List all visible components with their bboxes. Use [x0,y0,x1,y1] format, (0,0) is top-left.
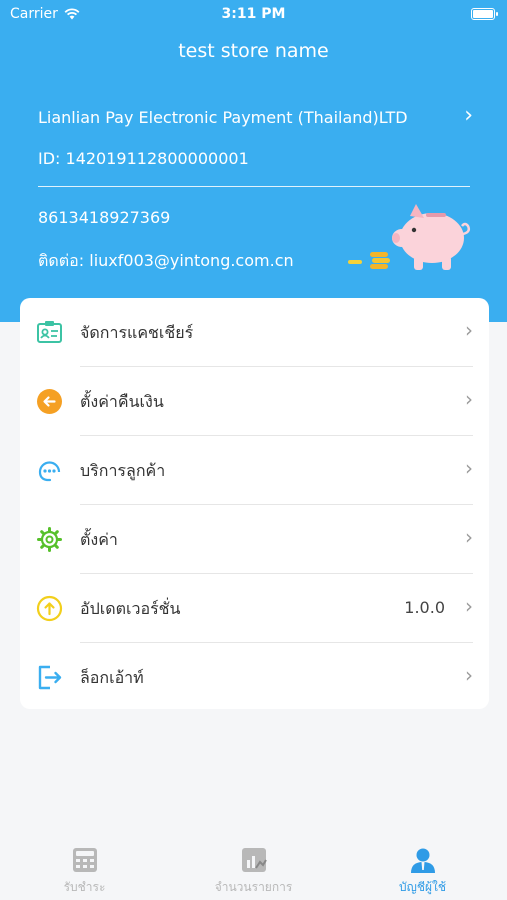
tab-payment[interactable]: รับชำระ [0,838,169,900]
menu-item-label: ล็อกเอ้าท์ [80,668,144,687]
tab-label: รับชำระ [63,880,106,894]
status-time: 3:11 PM [221,6,286,22]
menu-item-logout[interactable]: ล็อกเอ้าท์ › [20,643,489,712]
menu-item-label: อัปเดตเวอร์ชั่น [80,599,181,618]
customer-service-icon [38,461,61,482]
merchant-id: ID: 142019112800000001 [38,149,249,168]
menu-item-label: บริการลูกค้า [80,461,166,480]
chevron-right-icon: › [465,387,473,411]
chevron-right-icon: › [465,456,473,480]
menu-item-refund-settings[interactable]: ตั้งค่าคืนเงิน › [20,367,489,436]
user-account-icon [410,848,435,873]
chevron-right-icon: › [465,594,473,618]
calculator-icon [72,848,97,872]
menu-item-customer-service[interactable]: บริการลูกค้า › [20,436,489,505]
chevron-right-icon: › [465,663,473,687]
cashier-id-card-icon [37,321,62,343]
refund-arrow-icon [37,389,62,414]
menu-item-cashier-management[interactable]: จัดการแคชเชียร์ › [20,298,489,367]
tab-transactions[interactable]: จำนวนรายการ [169,838,338,900]
gear-icon [37,527,62,552]
header-divider [38,186,470,187]
phone-number: 8613418927369 [38,208,171,227]
tab-label: จำนวนรายการ [214,880,293,894]
chevron-right-icon[interactable]: › [464,103,473,128]
menu-item-label: ตั้งค่า [80,530,118,549]
logout-icon [38,665,62,690]
menu-item-label: ตั้งค่าคืนเงิน [80,392,164,411]
store-name: test store name [178,40,329,62]
menu-item-version-update[interactable]: อัปเดตเวอร์ชั่น 1.0.0 › [20,574,489,643]
menu-item-settings[interactable]: ตั้งค่า › [20,505,489,574]
battery-icon [471,8,498,20]
tab-label: บัญชีผู้ใช้ [398,880,447,894]
status-bar: Carrier 3:11 PM [0,0,507,28]
version-number: 1.0.0 [404,598,445,617]
contact-email: ติดต่อ: liuxf003@yintong.com.cn [38,251,294,270]
account-header: Carrier 3:11 PM test store name Lianlian… [0,0,507,322]
company-name[interactable]: Lianlian Pay Electronic Payment (Thailan… [38,108,408,127]
menu-item-label: จัดการแคชเชียร์ [80,323,194,342]
menu-card: จัดการแคชเชียร์ › ตั้งค่าคืนเงิน › บริกา… [20,298,489,709]
chevron-right-icon: › [465,318,473,342]
stats-chart-icon [241,848,267,872]
update-arrow-icon [36,595,63,622]
chevron-right-icon: › [465,525,473,549]
bottom-tab-bar: รับชำระ จำนวนรายการ บัญชีผู้ใช้ [0,838,507,900]
piggy-bank-icon [348,204,471,270]
tab-user-account[interactable]: บัญชีผู้ใช้ [338,838,507,900]
